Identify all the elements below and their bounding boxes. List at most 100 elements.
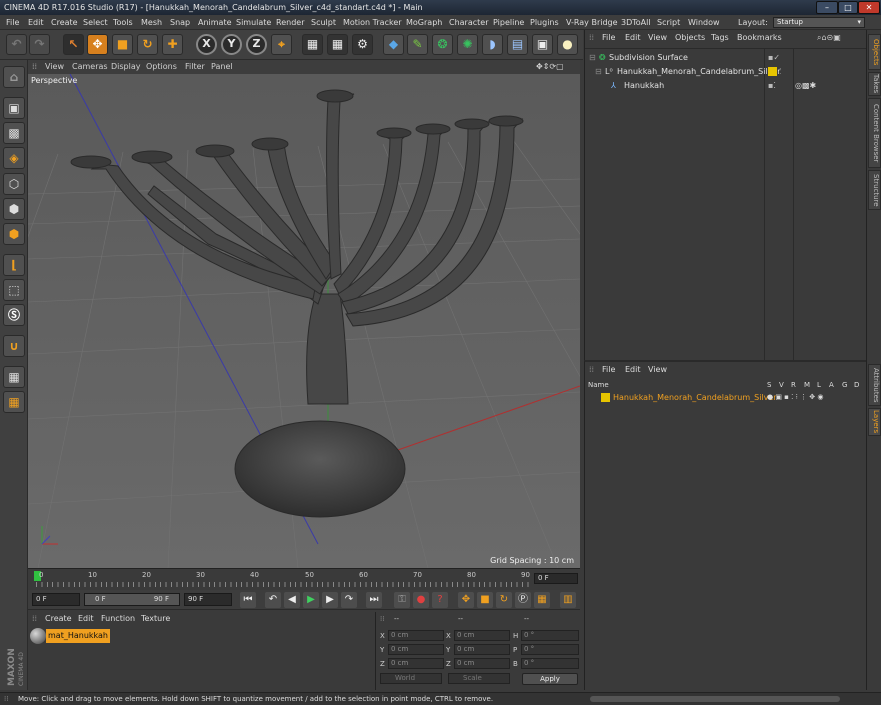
- menu-3dtoall[interactable]: 3DToAll: [621, 15, 651, 30]
- add-tool-icon[interactable]: ✚: [162, 34, 183, 55]
- polygons-mode-icon[interactable]: ⬢: [3, 223, 25, 245]
- rotation-p-field[interactable]: 0 °: [521, 644, 579, 655]
- material-menu-create[interactable]: Create: [45, 614, 72, 623]
- apply-button[interactable]: Apply: [522, 673, 578, 685]
- axis-mode-icon[interactable]: ⌊: [3, 254, 25, 276]
- axis-x-lock-button[interactable]: X: [196, 34, 217, 55]
- subdivision-surface-icon[interactable]: ❂: [432, 34, 453, 55]
- previous-key-icon[interactable]: ↶: [265, 592, 281, 608]
- tab-takes[interactable]: Takes: [868, 72, 881, 96]
- viewport-menu-cameras[interactable]: Cameras: [72, 60, 108, 74]
- menu-file[interactable]: File: [6, 15, 19, 30]
- close-button[interactable]: ✕: [858, 1, 880, 14]
- menu-vray-bridge[interactable]: V-Ray Bridge: [566, 15, 618, 30]
- layer-flag-icons[interactable]: ● ▣ ▪ ⁚ ⁝ ⋮ ✥ ◉: [767, 391, 823, 404]
- viewport-menu-view[interactable]: View: [45, 60, 64, 74]
- menu-simulate[interactable]: Simulate: [236, 15, 271, 30]
- objects-menu-objects[interactable]: Objects: [675, 33, 705, 42]
- autokey-icon[interactable]: ●: [413, 592, 429, 608]
- object-row-subdivision[interactable]: ⊟ ❂ Subdivision Surface ▪✓: [585, 51, 867, 64]
- object-row-menorah-null[interactable]: ⊟ L⁰ Hanukkah_Menorah_Candelabrum_Silver…: [585, 65, 867, 78]
- redo-icon[interactable]: ↷: [29, 34, 50, 55]
- visibility-toggle-icon[interactable]: ▪✓: [768, 51, 780, 64]
- menu-edit[interactable]: Edit: [28, 15, 44, 30]
- end-frame-field[interactable]: 90 F: [184, 593, 232, 606]
- maximize-button[interactable]: □: [838, 1, 858, 14]
- record-keys-icon[interactable]: ⚿: [394, 592, 410, 608]
- keyframe-selection-icon[interactable]: ?: [432, 592, 448, 608]
- size-mode-dropdown[interactable]: Scale: [448, 673, 510, 684]
- menu-select[interactable]: Select: [83, 15, 108, 30]
- key-parameter-icon[interactable]: Ⓟ: [515, 592, 531, 608]
- tab-content-browser[interactable]: Content Browser: [868, 98, 881, 168]
- tab-objects[interactable]: Objects: [868, 34, 881, 70]
- menu-snap[interactable]: Snap: [170, 15, 190, 30]
- current-frame-field[interactable]: 0 F: [534, 573, 578, 584]
- light-icon[interactable]: ●: [557, 34, 578, 55]
- snapping-icon[interactable]: Ⓢ: [3, 304, 25, 326]
- objects-menu-edit[interactable]: Edit: [625, 33, 641, 42]
- cloner-icon[interactable]: ✺: [457, 34, 478, 55]
- tab-layers[interactable]: Layers: [868, 408, 881, 436]
- tab-attributes[interactable]: Attributes: [868, 364, 881, 406]
- make-editable-icon[interactable]: ⌂: [3, 66, 25, 88]
- points-mode-icon[interactable]: ⬡: [3, 173, 25, 195]
- goto-end-icon[interactable]: ⏭: [366, 592, 382, 608]
- magnet-icon[interactable]: ∪: [3, 335, 25, 357]
- timeline-ruler[interactable]: 0 10 20 30 40 50 60 70 80 90 0 F: [28, 568, 580, 590]
- menu-create[interactable]: Create: [51, 15, 78, 30]
- rotate-tool-icon[interactable]: ↻: [137, 34, 158, 55]
- preview-range-slider[interactable]: 0 F 90 F: [84, 593, 180, 606]
- material-tag-icons[interactable]: ◎▩✱: [795, 79, 816, 92]
- menu-animate[interactable]: Animate: [198, 15, 232, 30]
- layers-menu-file[interactable]: File: [602, 365, 615, 374]
- objects-menu-file[interactable]: File: [602, 33, 615, 42]
- horizontal-scrollbar[interactable]: [590, 696, 840, 702]
- size-x-field[interactable]: 0 cm: [454, 630, 510, 641]
- live-selection-icon[interactable]: ↖: [63, 34, 84, 55]
- cube-object-icon[interactable]: ◆: [383, 34, 404, 55]
- menu-sculpt[interactable]: Sculpt: [311, 15, 336, 30]
- rotation-h-field[interactable]: 0 °: [521, 630, 579, 641]
- start-frame-field[interactable]: 0 F: [32, 593, 80, 606]
- rotation-b-field[interactable]: 0 °: [521, 658, 579, 669]
- perspective-viewport[interactable]: Perspective Grid Spacing : 10 cm: [28, 74, 580, 568]
- material-menu-edit[interactable]: Edit: [78, 614, 94, 623]
- texture-mode-icon[interactable]: ▩: [3, 122, 25, 144]
- key-scale-icon[interactable]: ■: [477, 592, 493, 608]
- previous-frame-icon[interactable]: ◀: [284, 592, 300, 608]
- lock-workplane-icon[interactable]: ▦: [3, 366, 25, 388]
- size-y-field[interactable]: 0 cm: [454, 644, 510, 655]
- layer-color-icon[interactable]: [601, 393, 610, 402]
- deformer-icon[interactable]: ◗: [482, 34, 503, 55]
- key-rotation-icon[interactable]: ↻: [496, 592, 512, 608]
- viewport-navigation-icons[interactable]: ✥⇕⟳▢: [536, 60, 564, 74]
- material-menu-texture[interactable]: Texture: [141, 614, 170, 623]
- layers-menu-edit[interactable]: Edit: [625, 365, 641, 374]
- axis-z-lock-button[interactable]: Z: [246, 34, 267, 55]
- viewport-menu-display[interactable]: Display: [111, 60, 141, 74]
- menu-plugins[interactable]: Plugins: [530, 15, 559, 30]
- menu-character[interactable]: Character: [449, 15, 489, 30]
- workplane-mode-icon[interactable]: ◈: [3, 147, 25, 169]
- layout-dropdown[interactable]: Startup ▾: [773, 17, 865, 28]
- menu-script[interactable]: Script: [657, 15, 680, 30]
- menu-render[interactable]: Render: [276, 15, 304, 30]
- axis-y-lock-button[interactable]: Y: [221, 34, 242, 55]
- tab-structure[interactable]: Structure: [868, 170, 881, 210]
- position-x-field[interactable]: 0 cm: [388, 630, 444, 641]
- material-swatch[interactable]: [30, 628, 46, 644]
- minimize-button[interactable]: –: [816, 1, 838, 14]
- coordinate-system-dropdown[interactable]: World: [380, 673, 442, 684]
- material-name[interactable]: mat_Hanukkah: [46, 629, 110, 643]
- size-z-field[interactable]: 0 cm: [454, 658, 510, 669]
- object-row-hanukkah[interactable]: ⅄ Hanukkah ▪⁚ ◎▩✱: [585, 79, 867, 92]
- goto-start-icon[interactable]: ⏮: [240, 592, 256, 608]
- objects-menu-bookmarks[interactable]: Bookmarks: [737, 33, 782, 42]
- layers-menu-view[interactable]: View: [648, 365, 667, 374]
- next-frame-icon[interactable]: ▶: [322, 592, 338, 608]
- visibility-toggle-icon[interactable]: ▪⁚: [768, 79, 776, 92]
- menu-window[interactable]: Window: [688, 15, 720, 30]
- render-view-icon[interactable]: ▦: [302, 34, 323, 55]
- viewport-menu-options[interactable]: Options: [146, 60, 177, 74]
